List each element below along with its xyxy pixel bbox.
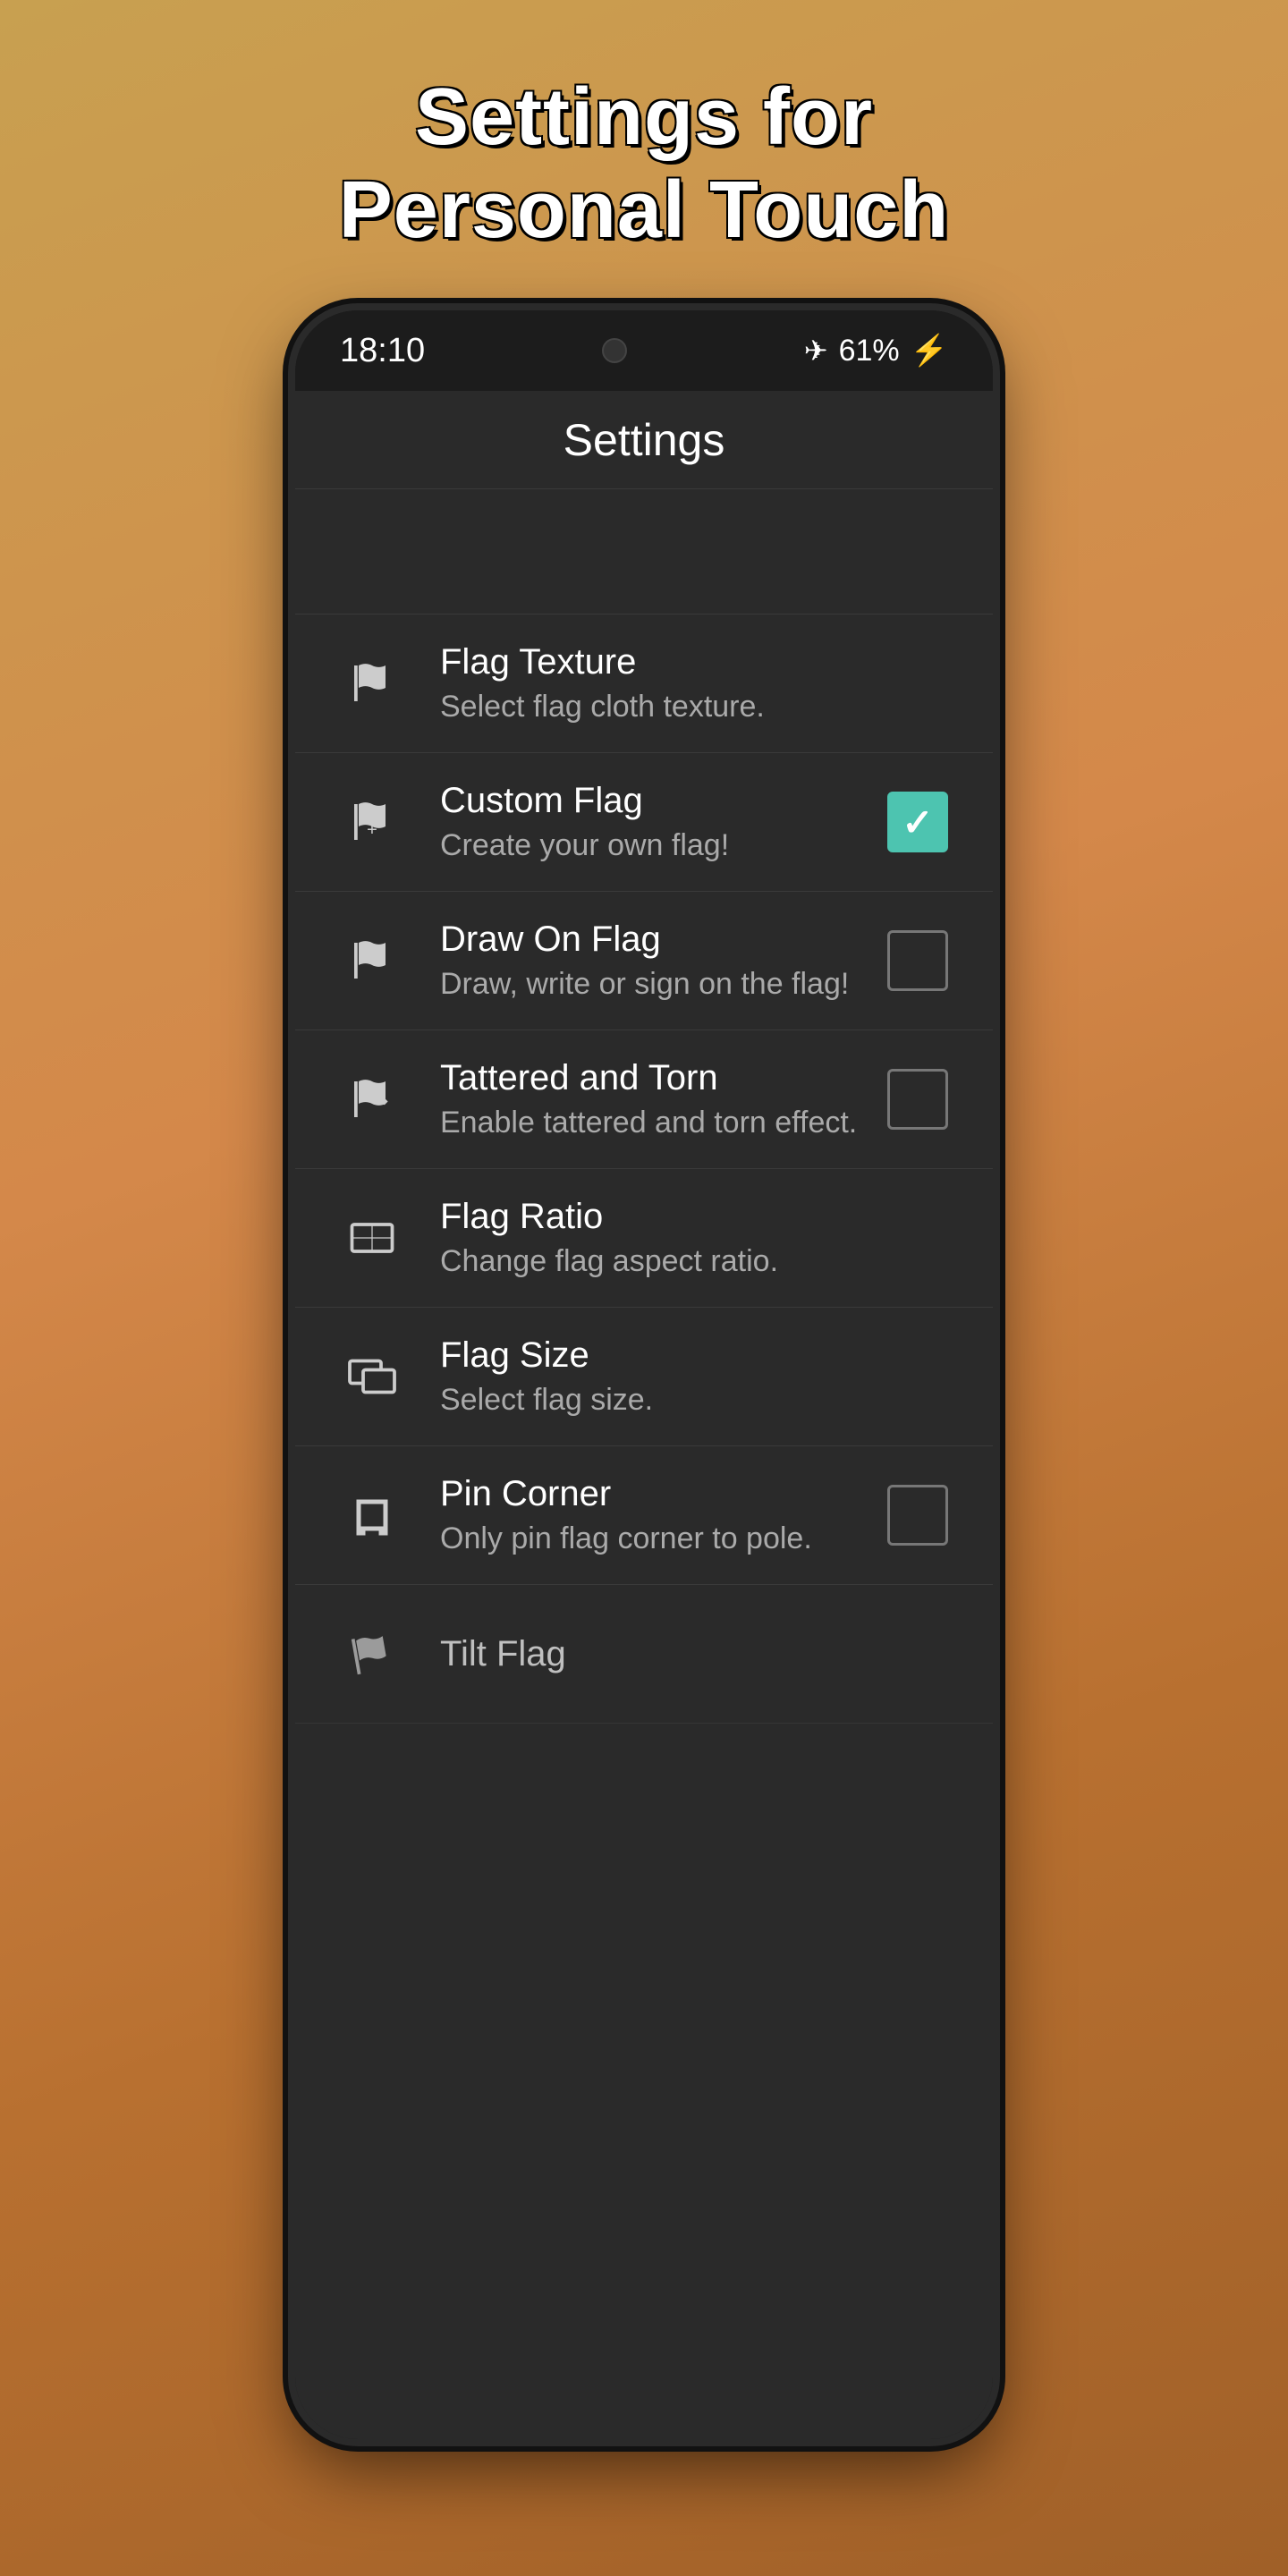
custom-flag-text: Custom Flag Create your own flag! (440, 781, 887, 863)
custom-flag-checkbox[interactable] (887, 792, 948, 852)
settings-item-pin-corner[interactable]: Pin Corner Only pin flag corner to pole. (295, 1446, 993, 1585)
app-top-bar: Settings (295, 391, 993, 489)
flag-ratio-text: Flag Ratio Change flag aspect ratio. (440, 1197, 948, 1279)
status-bar: 18:10 ✈ 61% ⚡ (295, 310, 993, 391)
page-title: Settings for Personal Touch (285, 72, 1003, 257)
flag-texture-subtitle: Select flag cloth texture. (440, 690, 948, 724)
pin-corner-icon (340, 1483, 404, 1547)
pin-corner-text: Pin Corner Only pin flag corner to pole. (440, 1474, 887, 1556)
tattered-torn-checkbox[interactable] (887, 1069, 948, 1130)
tattered-torn-subtitle: Enable tattered and torn effect. (440, 1106, 887, 1140)
custom-flag-subtitle: Create your own flag! (440, 828, 887, 863)
status-right-icons: ✈ 61% ⚡ (804, 333, 948, 369)
settings-item-custom-flag[interactable]: + Custom Flag Create your own flag! (295, 753, 993, 892)
camera-dot (602, 338, 627, 363)
custom-flag-title: Custom Flag (440, 781, 887, 821)
pin-corner-title: Pin Corner (440, 1474, 887, 1514)
draw-on-flag-text: Draw On Flag Draw, write or sign on the … (440, 919, 887, 1002)
status-time: 18:10 (340, 332, 425, 370)
wifi-icon: ✈ (804, 334, 828, 368)
settings-item-flag-ratio[interactable]: Flag Ratio Change flag aspect ratio. (295, 1169, 993, 1308)
tattered-torn-text: Tattered and Torn Enable tattered and to… (440, 1058, 887, 1140)
tattered-torn-title: Tattered and Torn (440, 1058, 887, 1098)
flag-ratio-title: Flag Ratio (440, 1197, 948, 1237)
flag-ratio-icon (340, 1206, 404, 1270)
flag-ratio-subtitle: Change flag aspect ratio. (440, 1244, 948, 1279)
tilt-flag-icon (340, 1622, 404, 1686)
svg-text:+: + (367, 820, 377, 840)
pin-corner-checkbox[interactable] (887, 1485, 948, 1546)
settings-list: Flag Texture Select flag cloth texture. … (295, 614, 993, 2439)
settings-item-tattered-torn[interactable]: Tattered and Torn Enable tattered and to… (295, 1030, 993, 1169)
tilt-flag-title: Tilt Flag (440, 1634, 948, 1674)
draw-on-flag-checkbox[interactable] (887, 930, 948, 991)
flag-texture-title: Flag Texture (440, 642, 948, 682)
settings-item-flag-size[interactable]: Flag Size Select flag size. (295, 1308, 993, 1446)
flag-size-subtitle: Select flag size. (440, 1383, 948, 1418)
draw-on-flag-icon (340, 928, 404, 993)
flag-size-icon (340, 1344, 404, 1409)
tilt-flag-text: Tilt Flag (440, 1634, 948, 1674)
pin-corner-subtitle: Only pin flag corner to pole. (440, 1521, 887, 1556)
settings-item-draw-on-flag[interactable]: Draw On Flag Draw, write or sign on the … (295, 892, 993, 1030)
custom-flag-icon: + (340, 790, 404, 854)
settings-item-flag-texture[interactable]: Flag Texture Select flag cloth texture. (295, 614, 993, 753)
flag-size-text: Flag Size Select flag size. (440, 1335, 948, 1418)
phone-frame: 18:10 ✈ 61% ⚡ Settings Flag Texture Sele… (295, 310, 993, 2439)
battery-icon: ⚡ (911, 333, 948, 369)
settings-item-tilt-flag[interactable]: Tilt Flag (295, 1585, 993, 1724)
battery-percent: 61% (839, 334, 900, 369)
flag-texture-text: Flag Texture Select flag cloth texture. (440, 642, 948, 724)
draw-on-flag-subtitle: Draw, write or sign on the flag! (440, 967, 887, 1002)
tattered-torn-icon (340, 1067, 404, 1131)
draw-on-flag-title: Draw On Flag (440, 919, 887, 960)
flag-size-title: Flag Size (440, 1335, 948, 1376)
flag-texture-icon (340, 651, 404, 716)
app-bar-title: Settings (564, 414, 725, 466)
empty-section (295, 489, 993, 614)
